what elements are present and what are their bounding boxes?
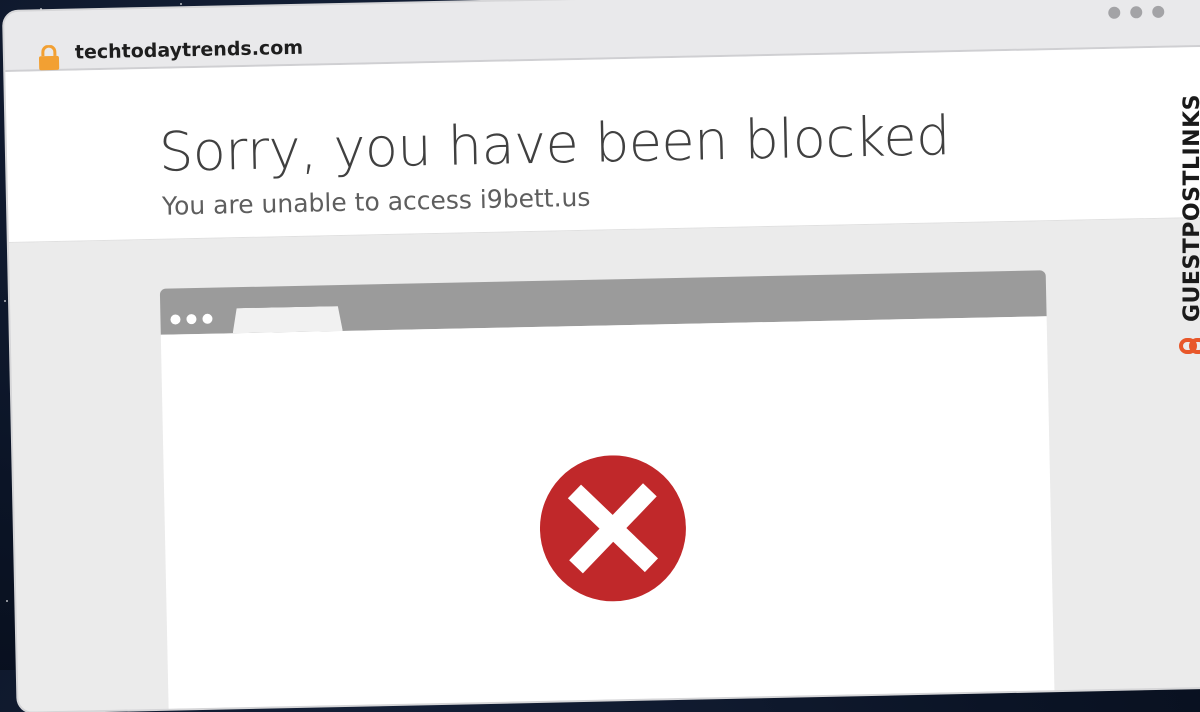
- dot-icon: [202, 314, 212, 324]
- dot-icon: [170, 314, 180, 324]
- dot-icon: [186, 314, 196, 324]
- window-dot-icon[interactable]: [1152, 6, 1164, 18]
- blocked-illustration: [160, 270, 1055, 708]
- illustration-dots: [170, 314, 212, 325]
- page-title: Sorry, you have been blocked: [158, 104, 950, 184]
- lock-icon: [37, 45, 62, 71]
- illustration-tab: [232, 306, 342, 333]
- illustration-content: [161, 316, 1055, 712]
- window-dot-icon[interactable]: [1130, 6, 1142, 18]
- watermark-text: GUESTPOSTLINKS: [1180, 94, 1200, 322]
- window-dot-icon[interactable]: [1108, 7, 1120, 19]
- page-subtitle: You are unable to access i9bett.us: [162, 183, 591, 221]
- page-header: Sorry, you have been blocked You are una…: [5, 47, 1200, 243]
- error-x-icon: [538, 454, 687, 603]
- window-controls: [1108, 6, 1164, 19]
- guestpostlinks-watermark: GUESTPOSTLINKS: [1180, 94, 1200, 360]
- browser-window: techtodaytrends.com Sorry, you have been…: [4, 0, 1200, 712]
- link-logo-icon: [1179, 334, 1200, 358]
- url-text[interactable]: techtodaytrends.com: [75, 37, 304, 64]
